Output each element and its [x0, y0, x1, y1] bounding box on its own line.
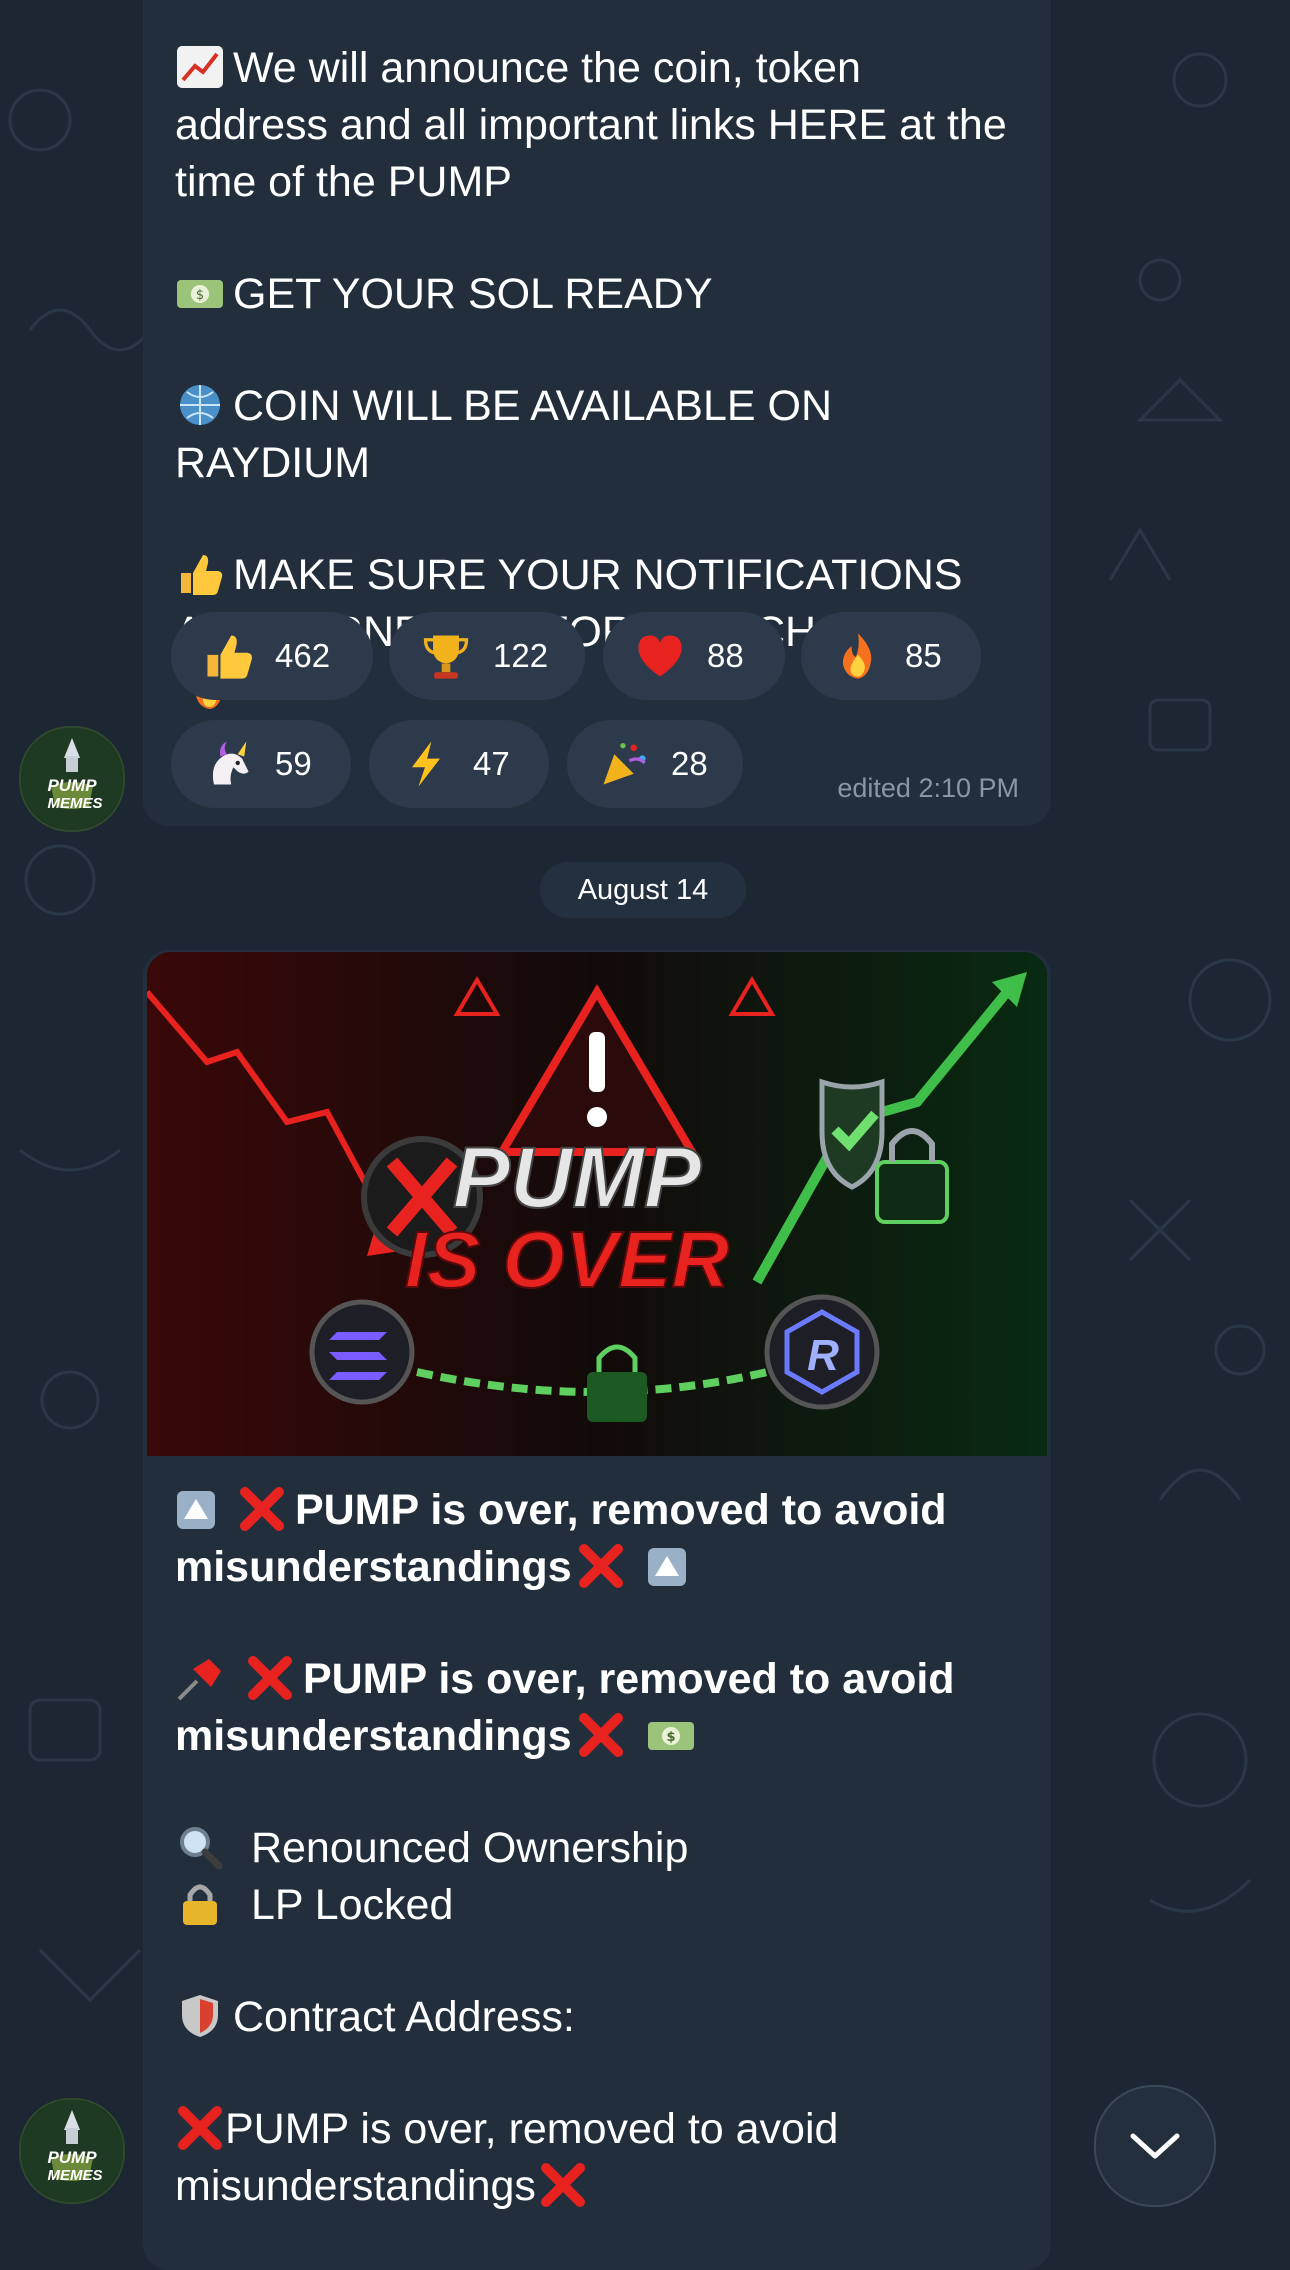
reaction-count: 47 [473, 745, 510, 782]
message-line: PUMP is over, removed to avoid misunders… [175, 1655, 955, 1760]
cross-mark-icon [178, 2106, 222, 2150]
svg-text:PUMP: PUMP [453, 1130, 702, 1226]
reaction-count: 122 [493, 637, 549, 674]
scroll-to-bottom-button[interactable] [1094, 2085, 1216, 2207]
heart-icon [638, 635, 682, 677]
reaction-count: 59 [275, 745, 312, 782]
message-text: PUMP is over, removed to avoid misunders… [175, 1482, 1023, 2270]
message-line: PUMP is over, removed to avoid misunders… [175, 2105, 839, 2210]
message-bubble-pump-over[interactable]: PUMP IS OVER R PUMP is over, removed to … [143, 950, 1051, 2270]
lock-icon [183, 1884, 217, 1925]
money-icon: $ [647, 1722, 694, 1750]
reaction-trophy[interactable]: 122 [389, 612, 585, 700]
svg-text:MEMES: MEMES [47, 2167, 102, 2184]
thumbs-up-icon [181, 555, 223, 595]
svg-text:$: $ [666, 1730, 675, 1745]
cross-mark-icon [578, 1544, 623, 1588]
pump-memes-logo: PUMP MEMES [21, 728, 123, 830]
chart-increasing-icon [177, 46, 223, 88]
message-line: LP Locked [175, 1877, 1023, 1934]
message-image[interactable]: PUMP IS OVER R [147, 952, 1047, 1456]
svg-text:R: R [807, 1331, 839, 1380]
chevron-down-icon [1130, 2133, 1180, 2159]
message-line: Renounced Ownership [175, 1820, 1023, 1877]
svg-text:$: $ [196, 288, 204, 303]
reaction-party-popper[interactable]: 28 [567, 720, 743, 808]
message-timestamp: edited 2:10 PM [837, 773, 1019, 803]
message-line: PUMP is over, removed to avoid misunders… [175, 1486, 947, 1591]
reaction-unicorn[interactable]: 59 [171, 720, 351, 808]
unicorn-icon [212, 741, 249, 785]
message-line: COIN WILL BE AVAILABLE ON RAYDIUM [175, 382, 833, 487]
svg-text:IS OVER: IS OVER [405, 1215, 730, 1304]
globe-icon [180, 385, 220, 425]
cross-mark-icon [578, 1713, 623, 1757]
reaction-count: 462 [275, 637, 331, 674]
cross-mark-icon [247, 1656, 292, 1700]
trophy-icon [423, 635, 469, 679]
message-line: $ GET YOUR SOL READY [175, 266, 1023, 323]
message-bubble-announcement[interactable]: We will announce the coin, token address… [143, 0, 1051, 826]
reaction-heart[interactable]: 88 [603, 612, 785, 700]
up-arrow-button-icon [177, 1491, 215, 1529]
magnifying-glass-icon [180, 1827, 223, 1870]
shield-icon [182, 1995, 218, 2037]
cross-mark-icon [239, 1487, 284, 1531]
channel-avatar[interactable]: PUMP MEMES [19, 2098, 125, 2204]
lightning-icon [411, 741, 441, 787]
cross-mark-icon [540, 2163, 585, 2207]
fire-icon [842, 633, 872, 679]
channel-avatar[interactable]: PUMP MEMES [19, 726, 125, 832]
reaction-count: 28 [671, 745, 708, 782]
thumbs-up-icon [207, 635, 252, 679]
message-line: We will announce the coin, token address… [175, 44, 1007, 206]
party-popper-icon [603, 742, 646, 785]
reaction-count: 85 [905, 637, 942, 674]
pump-memes-logo: PUMP MEMES [21, 2100, 123, 2202]
reaction-thumbs-up[interactable]: 462 [171, 612, 373, 700]
pushpin-icon [177, 1659, 221, 1701]
reaction-fire[interactable]: 85 [801, 612, 981, 700]
message-line: Contract Address: [175, 1989, 1023, 2046]
svg-text:PUMP: PUMP [47, 2148, 97, 2167]
pump-is-over-illustration: PUMP IS OVER R [147, 952, 1047, 1456]
reaction-count: 88 [707, 637, 744, 674]
date-separator: August 14 [540, 862, 746, 918]
svg-text:PUMP: PUMP [47, 776, 97, 795]
reaction-lightning[interactable]: 47 [369, 720, 549, 808]
svg-text:MEMES: MEMES [47, 795, 102, 812]
up-arrow-button-icon [647, 1548, 686, 1586]
money-icon: $ [177, 280, 223, 308]
